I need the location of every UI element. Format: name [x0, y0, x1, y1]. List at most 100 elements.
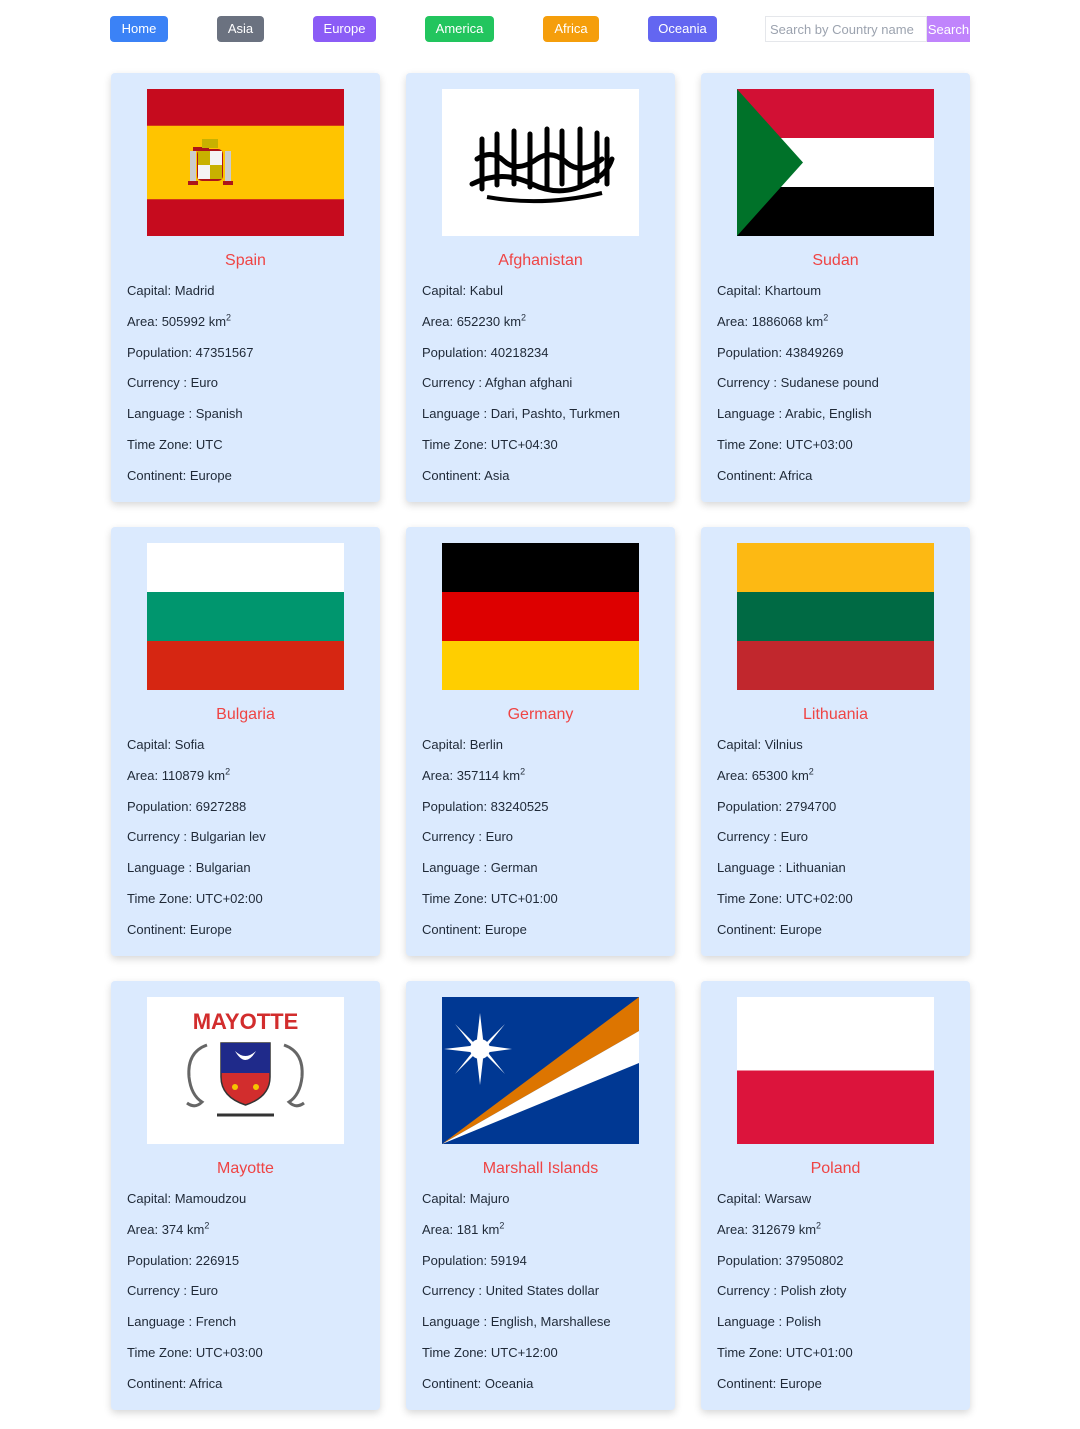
language-label: Language : [717, 860, 786, 876]
area-row: Area: 357114 km2 [422, 767, 675, 784]
language-row: Language : German [422, 860, 675, 876]
currency-label: Currency : [127, 829, 191, 845]
capital-row: Capital: Madrid [127, 283, 380, 299]
language-label: Language : [717, 1314, 786, 1330]
currency-value: Euro [190, 1283, 219, 1299]
area-unit-power: 2 [225, 766, 231, 777]
timezone-label: Time Zone: [717, 890, 786, 906]
timezone-value: UTC+12:00 [490, 1344, 558, 1360]
continent-label: Continent: [717, 467, 780, 483]
area-value: 652230 [456, 313, 501, 329]
currency-label: Currency : [422, 1283, 486, 1299]
search-input[interactable] [765, 16, 927, 42]
currency-value: Bulgarian lev [190, 829, 266, 845]
language-label: Language : [127, 860, 196, 876]
capital-label: Capital: [127, 283, 175, 298]
population-label: Population: [422, 1252, 491, 1268]
population-value: 226915 [195, 1252, 240, 1268]
lithuania-flag-image [737, 543, 934, 690]
language-value: English, Marshallese [490, 1314, 611, 1330]
currency-value: Afghan afghani [484, 375, 573, 391]
asia-button[interactable]: Asia [217, 16, 264, 42]
area-unit-power: 2 [521, 312, 527, 323]
currency-value: United States dollar [485, 1283, 600, 1299]
population-label: Population: [717, 1252, 786, 1268]
continent-nav: Home Asia Europe America Africa Oceania … [110, 16, 970, 42]
population-value: 43849269 [785, 344, 844, 360]
timezone-row: Time Zone: UTC+12:00 [422, 1345, 675, 1361]
home-button[interactable]: Home [110, 16, 168, 42]
area-unit-power: 2 [823, 312, 829, 323]
country-details: Capital: Khartoum Area: 1886068 km2 Popu… [701, 283, 970, 484]
europe-button[interactable]: Europe [313, 16, 376, 42]
continent-label: Continent: [127, 467, 190, 483]
language-value: Dari, Pashto, Turkmen [490, 406, 621, 422]
language-label: Language : [127, 406, 196, 422]
population-label: Population: [422, 344, 491, 360]
population-value: 37950802 [785, 1252, 844, 1268]
continent-row: Continent: Europe [717, 1376, 970, 1392]
capital-value: Kabul [469, 283, 503, 298]
africa-button[interactable]: Africa [543, 16, 599, 42]
area-unit-power: 2 [499, 1220, 505, 1231]
language-value: Polish [785, 1314, 822, 1330]
country-details: Capital: Mamoudzou Area: 374 km2 Populat… [111, 1191, 380, 1392]
area-value: 505992 [161, 313, 206, 329]
capital-label: Capital: [422, 283, 470, 298]
currency-label: Currency : [717, 1283, 781, 1299]
timezone-row: Time Zone: UTC+03:00 [127, 1345, 380, 1361]
capital-row: Capital: Kabul [422, 283, 675, 299]
capital-label: Capital: [717, 1191, 765, 1206]
capital-label: Capital: [422, 1191, 470, 1206]
country-details: Capital: Warsaw Area: 312679 km2 Populat… [701, 1191, 970, 1392]
continent-value: Europe [779, 1375, 822, 1391]
currency-row: Currency : Euro [422, 829, 675, 845]
population-row: Population: 226915 [127, 1253, 380, 1269]
country-name: Sudan [812, 252, 859, 269]
timezone-label: Time Zone: [422, 436, 491, 452]
population-value: 40218234 [490, 344, 549, 360]
country-card: Lithuania Capital: Vilnius Area: 65300 k… [701, 527, 970, 956]
currency-value: Euro [485, 829, 514, 845]
population-row: Population: 2794700 [717, 799, 970, 815]
country-card: Germany Capital: Berlin Area: 357114 km2… [406, 527, 675, 956]
language-row: Language : Polish [717, 1314, 970, 1330]
timezone-row: Time Zone: UTC+01:00 [422, 891, 675, 907]
area-unit: km [478, 1221, 500, 1237]
capital-value: Berlin [469, 737, 503, 752]
capital-row: Capital: Sofia [127, 737, 380, 753]
timezone-value: UTC+02:00 [195, 890, 263, 906]
area-row: Area: 1886068 km2 [717, 312, 970, 330]
country-details: Capital: Kabul Area: 652230 km2 Populati… [406, 283, 675, 484]
timezone-value: UTC+01:00 [785, 1344, 853, 1360]
afghanistan-flag-image [442, 89, 639, 236]
area-value: 1886068 [751, 313, 803, 329]
america-button[interactable]: America [425, 16, 494, 42]
capital-row: Capital: Berlin [422, 737, 675, 753]
oceania-button[interactable]: Oceania [648, 16, 717, 42]
mayotte-flag-image: MAYOTTE [147, 997, 344, 1144]
search-button[interactable]: Search [927, 16, 970, 42]
poland-flag-image [737, 997, 934, 1144]
currency-row: Currency : Afghan afghani [422, 375, 675, 391]
capital-row: Capital: Majuro [422, 1191, 675, 1207]
area-row: Area: 505992 km2 [127, 313, 380, 330]
continent-value: Africa [189, 1375, 223, 1391]
country-details: Capital: Madrid Area: 505992 km2 Populat… [111, 283, 380, 484]
timezone-label: Time Zone: [422, 1344, 491, 1360]
search-form: Search [765, 16, 970, 42]
continent-row: Continent: Oceania [422, 1376, 675, 1392]
bulgaria-flag-image [147, 543, 344, 690]
timezone-row: Time Zone: UTC+02:00 [717, 891, 970, 907]
capital-row: Capital: Vilnius [717, 737, 970, 753]
timezone-value: UTC+02:00 [785, 890, 853, 906]
timezone-value: UTC+04:30 [490, 436, 558, 452]
continent-value: Europe [189, 467, 232, 483]
currency-row: Currency : Euro [127, 1283, 380, 1299]
area-label: Area: [717, 1221, 752, 1237]
timezone-row: Time Zone: UTC+01:00 [717, 1345, 970, 1361]
area-unit: km [499, 767, 521, 783]
timezone-value: UTC+01:00 [490, 890, 558, 906]
population-label: Population: [717, 798, 786, 814]
area-label: Area: [717, 767, 752, 783]
